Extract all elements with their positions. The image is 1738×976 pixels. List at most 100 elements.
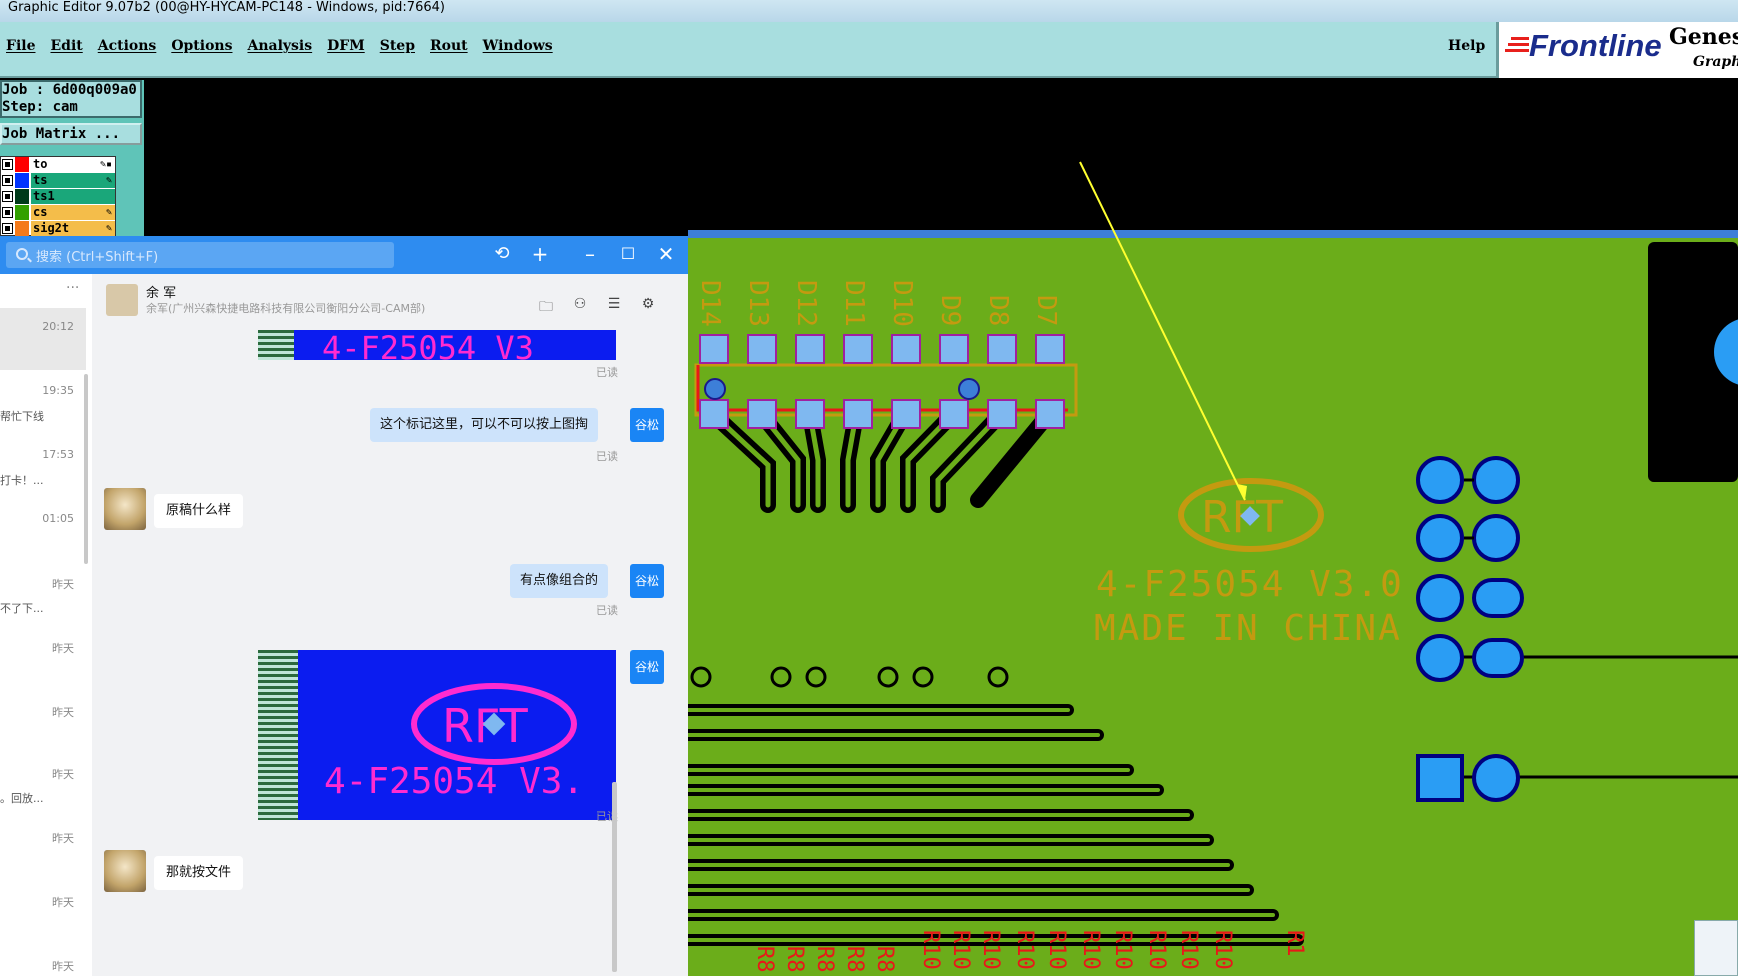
contact-avatar[interactable]	[106, 284, 138, 316]
menu-dfm[interactable]: DFM	[327, 38, 365, 54]
minimize-button[interactable]: –	[578, 243, 602, 267]
close-button[interactable]: ✕	[654, 243, 678, 267]
svg-text:R10: R10	[978, 930, 1003, 970]
layer-name: to ✎▪	[31, 157, 115, 172]
pcb-canvas[interactable]: D14 D13 D12 D11 D10 D9 D8 D7 RFT 4-F2505…	[688, 80, 1738, 976]
conversation-list: ··· 20:12 19:35 帮忙下线 17:53 打卡！... 01:05 …	[0, 274, 92, 976]
menu-options[interactable]: Options	[171, 38, 232, 54]
image-message[interactable]: 4-F25054 V3	[258, 330, 616, 360]
layer-color-swatch	[15, 173, 29, 188]
menu-actions[interactable]: Actions	[98, 38, 157, 54]
d-pad-row-top	[699, 334, 1065, 364]
svg-text:R10: R10	[1078, 930, 1103, 970]
svg-text:R10: R10	[1044, 930, 1069, 970]
layer-color-swatch	[15, 157, 29, 172]
svg-text:R8: R8	[872, 946, 897, 973]
svg-text:R8: R8	[812, 946, 837, 973]
svg-text:R10: R10	[918, 930, 943, 970]
menu-items: File Edit Actions Options Analysis DFM S…	[6, 38, 568, 54]
popup-window[interactable]	[1694, 920, 1738, 976]
layer-name: ts1	[31, 189, 115, 204]
conversation-item[interactable]: 昨天 。回放...	[0, 754, 86, 818]
menu-edit[interactable]: Edit	[50, 38, 82, 54]
layer-row[interactable]: cs ✎	[1, 205, 115, 221]
history-icon[interactable]: ⟲	[490, 243, 514, 267]
conversation-item[interactable]: 昨天	[0, 882, 86, 946]
svg-text:R10: R10	[1012, 930, 1037, 970]
fiducial-pad	[704, 378, 726, 400]
layer-checkbox[interactable]	[2, 191, 13, 202]
layer-row[interactable]: ts1	[1, 189, 115, 205]
menu-step[interactable]: Step	[380, 38, 415, 54]
conversation-item[interactable]: 17:53 打卡！...	[0, 436, 86, 500]
message-bubble: 原稿什么样	[154, 494, 244, 528]
layer-name: cs ✎	[31, 205, 115, 220]
conversation-scrollbar[interactable]	[84, 374, 88, 564]
conversation-item[interactable]: 20:12	[0, 308, 86, 370]
conversation-item[interactable]: 昨天	[0, 692, 86, 756]
job-matrix-button[interactable]: Job Matrix ...	[0, 123, 142, 145]
job-panel: Job : 6d00q009a0 Step: cam Job Matrix ..…	[0, 80, 144, 236]
conversation-item[interactable]: 昨天	[0, 946, 86, 976]
image-strip	[258, 330, 294, 360]
menu-windows[interactable]: Windows	[483, 38, 553, 54]
layer-checkbox[interactable]	[2, 175, 13, 186]
add-icon[interactable]: +	[528, 243, 552, 267]
window-titlebar: Graphic Editor 9.07b2 (00@HY-HYCAM-PC148…	[0, 0, 1738, 22]
settings-icon[interactable]: ⚙	[638, 296, 658, 314]
contact-message-avatar[interactable]	[104, 850, 146, 892]
read-status: 已读	[596, 366, 618, 379]
maximize-button[interactable]: ☐	[616, 243, 640, 267]
brand-product: Genesis	[1669, 24, 1738, 50]
layer-checkbox[interactable]	[2, 207, 13, 218]
conversation-item[interactable]: 昨天	[0, 818, 86, 882]
layer-name: ts ✎	[31, 173, 115, 188]
menu-rout[interactable]: Rout	[430, 38, 468, 54]
conversation-item[interactable]: 01:05	[0, 500, 86, 564]
step-name: Step: cam	[2, 99, 78, 115]
my-avatar[interactable]: 谷松	[630, 650, 664, 684]
add-member-icon[interactable]: ⚇	[570, 296, 590, 314]
layer-color-swatch	[15, 221, 29, 236]
part-number-silk: 4-F25054 V3.0	[1096, 564, 1404, 605]
search-input[interactable]: 搜索 (Ctrl+Shift+F)	[6, 242, 394, 268]
read-status: 已读	[596, 450, 618, 463]
layer-color-swatch	[15, 205, 29, 220]
layer-row[interactable]: sig2t ✎	[1, 221, 115, 237]
conversation-item[interactable]: 昨天	[0, 628, 86, 692]
layer-checkbox[interactable]	[2, 159, 13, 170]
message-scrollbar[interactable]	[612, 782, 617, 972]
my-avatar[interactable]: 谷松	[630, 564, 664, 598]
menu-analysis[interactable]: Analysis	[247, 38, 312, 54]
brand-subtitle: Graphic	[1693, 54, 1738, 70]
layer-row[interactable]: to ✎▪	[1, 157, 115, 173]
chat-main: 余 军 余军(广州兴森快捷电路科技有限公司衡阳分公司-CAM部) 🗀 ⚇ ☰ ⚙…	[92, 274, 688, 976]
my-avatar[interactable]: 谷松	[630, 408, 664, 442]
designator-d10: D10	[887, 280, 917, 327]
desktop: { "window": { "title": "Graphic Editor 9…	[0, 0, 1738, 976]
folder-icon[interactable]: 🗀	[536, 296, 556, 315]
search-icon	[16, 248, 28, 260]
image-message[interactable]: RFT 4-F25054 V3.	[258, 650, 616, 820]
search-history-icon[interactable]: ☰	[604, 296, 624, 314]
svg-text:R8: R8	[752, 946, 777, 973]
menu-file[interactable]: File	[6, 38, 35, 54]
svg-text:R10: R10	[1110, 930, 1135, 970]
conversation-item[interactable]: 昨天 不了下...	[0, 564, 86, 628]
contact-org: 余军(广州兴森快捷电路科技有限公司衡阳分公司-CAM部)	[146, 302, 426, 315]
bus-traces	[688, 704, 1304, 946]
menu-help[interactable]: Help	[1448, 38, 1485, 54]
via-row	[690, 666, 1009, 688]
more-icon[interactable]: ···	[66, 280, 79, 296]
conversation-item[interactable]: 19:35 帮忙下线	[0, 372, 86, 436]
menu-bar: File Edit Actions Options Analysis DFM S…	[0, 22, 1738, 78]
svg-text:R10: R10	[1210, 930, 1235, 970]
designator-d14: D14	[695, 280, 725, 327]
designator-d12: D12	[791, 280, 821, 327]
svg-text:R10: R10	[1144, 930, 1169, 970]
contact-name: 余 军	[146, 286, 177, 301]
contact-message-avatar[interactable]	[104, 488, 146, 530]
layer-checkbox[interactable]	[2, 223, 13, 234]
layer-row[interactable]: ts ✎	[1, 173, 115, 189]
brand-name: Frontline	[1529, 28, 1662, 63]
